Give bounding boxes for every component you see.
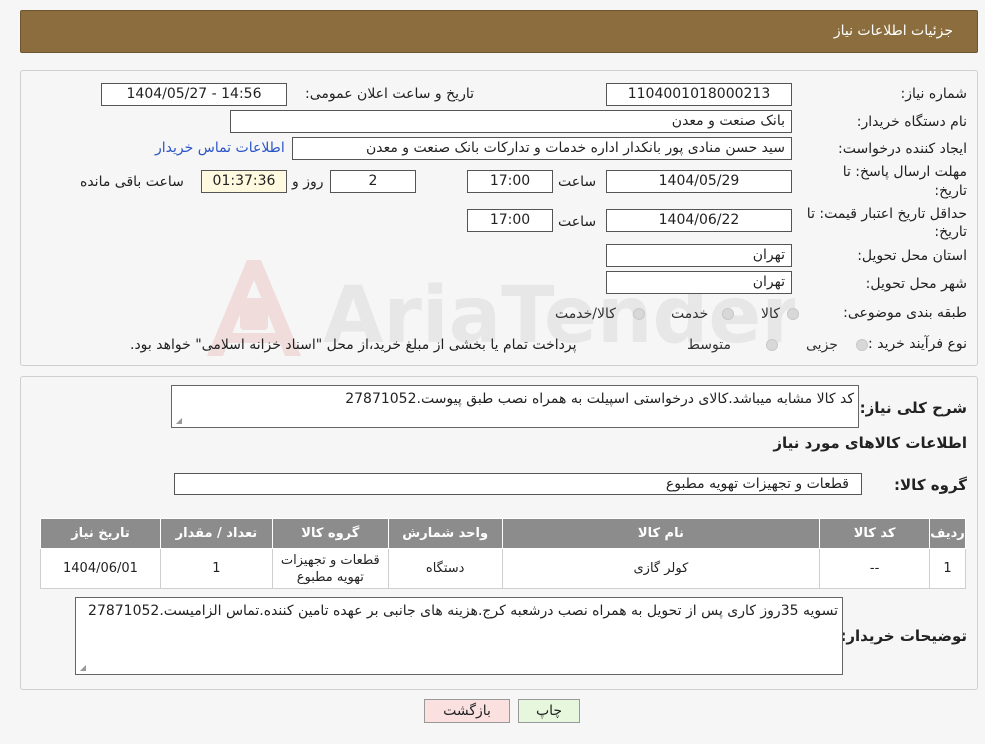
purchase-option-medium: متوسط xyxy=(687,337,731,353)
deadline-date-field: 1404/05/29 xyxy=(606,170,792,193)
days-label: روز و xyxy=(292,174,324,190)
buyer-notes-label: توضیحات خریدار: xyxy=(840,627,967,645)
validity-date-field: 1404/06/22 xyxy=(606,209,792,232)
creator-field: سید حسن منادی پور بانکدار اداره خدمات و … xyxy=(292,137,792,160)
buyer-notes-textarea[interactable]: تسویه 35روز کاری پس از تحویل به همراه نص… xyxy=(75,597,843,675)
item-group-label: گروه کالا: xyxy=(894,476,967,494)
cell-item-code: -- xyxy=(819,548,931,589)
need-number-field: 1104001018000213 xyxy=(606,83,792,106)
province-label: استان محل تحویل: xyxy=(857,248,967,264)
col-item-code: کد کالا xyxy=(819,518,931,549)
resize-grip-icon[interactable]: ◢ xyxy=(78,664,86,672)
remaining-label: ساعت باقی مانده xyxy=(80,174,184,190)
category-radio-goods-service[interactable] xyxy=(633,308,645,320)
cell-need-date: 1404/06/01 xyxy=(40,548,161,589)
cell-row-number: 1 xyxy=(929,548,966,589)
days-field: 2 xyxy=(330,170,416,193)
summary-text: کد کالا مشابه میباشد.کالای درخواستی اسپی… xyxy=(345,391,854,407)
table-header-row: ردیف کد کالا نام کالا واحد شمارش گروه کا… xyxy=(40,518,966,549)
creator-label: ایجاد کننده درخواست: xyxy=(838,141,967,157)
col-need-date: تاریخ نیاز xyxy=(40,518,161,549)
deadline-label-2: تاریخ: xyxy=(934,183,967,199)
summary-textarea[interactable]: کد کالا مشابه میباشد.کالای درخواستی اسپی… xyxy=(171,385,859,428)
announce-label: تاریخ و ساعت اعلان عمومی: xyxy=(305,86,474,102)
validity-time-label: ساعت xyxy=(558,214,597,230)
city-field: تهران xyxy=(606,271,792,294)
category-option-goods-service: کالا/خدمت xyxy=(555,306,616,322)
province-field: تهران xyxy=(606,244,792,267)
buyer-org-field: بانک صنعت و معدن xyxy=(230,110,792,133)
items-table: ردیف کد کالا نام کالا واحد شمارش گروه کا… xyxy=(40,518,966,589)
category-option-service: خدمت xyxy=(671,306,709,322)
page-title: جزئیات اطلاعات نیاز xyxy=(833,23,953,39)
summary-label: شرح کلی نیاز: xyxy=(859,399,967,417)
contact-info-link[interactable]: اطلاعات تماس خریدار xyxy=(155,140,285,156)
col-row-number: ردیف xyxy=(929,518,966,549)
announce-field: 1404/05/27 - 14:56 xyxy=(101,83,287,106)
cell-quantity: 1 xyxy=(159,548,273,589)
resize-grip-icon[interactable]: ◢ xyxy=(174,417,182,425)
items-section-title: اطلاعات کالاهای مورد نیاز xyxy=(773,434,967,452)
col-group: گروه کالا xyxy=(271,518,389,549)
need-number-label: شماره نیاز: xyxy=(900,86,968,102)
back-button[interactable]: بازگشت xyxy=(424,699,510,723)
deadline-label: مهلت ارسال پاسخ: تا xyxy=(842,164,967,180)
validity-label-2: تاریخ: xyxy=(934,224,967,240)
category-option-goods: کالا xyxy=(761,306,780,322)
category-label: طبقه بندی موضوعی: xyxy=(843,305,967,321)
purchase-note: پرداخت تمام یا بخشی از مبلغ خرید،از محل … xyxy=(130,337,577,353)
col-quantity: تعداد / مقدار xyxy=(159,518,273,549)
validity-time-field: 17:00 xyxy=(467,209,553,232)
deadline-time-field: 17:00 xyxy=(467,170,553,193)
remaining-time-field: 01:37:36 xyxy=(201,170,287,193)
purchase-radio-minor[interactable] xyxy=(856,339,868,351)
col-item-name: نام کالا xyxy=(501,518,821,549)
buyer-org-label: نام دستگاه خریدار: xyxy=(856,114,967,130)
buyer-notes-text: تسویه 35روز کاری پس از تحویل به همراه نص… xyxy=(88,603,838,619)
purchase-type-label: نوع فرآیند خرید : xyxy=(868,336,967,352)
city-label: شهر محل تحویل: xyxy=(865,276,967,292)
category-radio-goods[interactable] xyxy=(787,308,799,320)
cell-unit: دستگاه xyxy=(387,548,503,589)
deadline-time-label: ساعت xyxy=(558,174,597,190)
item-group-field: قطعات و تجهیزات تهویه مطبوع xyxy=(174,473,862,495)
page-header: جزئیات اطلاعات نیاز xyxy=(20,10,978,53)
category-radio-service[interactable] xyxy=(722,308,734,320)
validity-label: حداقل تاریخ اعتبار قیمت: تا xyxy=(806,206,967,222)
table-row: 1 -- کولر گازی دستگاه قطعات و تجهیزات ته… xyxy=(40,548,966,589)
cell-item-name: کولر گازی xyxy=(501,548,821,589)
cell-group: قطعات و تجهیزات تهویه مطبوع xyxy=(271,548,389,589)
col-unit: واحد شمارش xyxy=(387,518,503,549)
purchase-radio-medium[interactable] xyxy=(766,339,778,351)
print-button[interactable]: چاپ xyxy=(518,699,580,723)
purchase-option-minor: جزیی xyxy=(806,337,838,353)
